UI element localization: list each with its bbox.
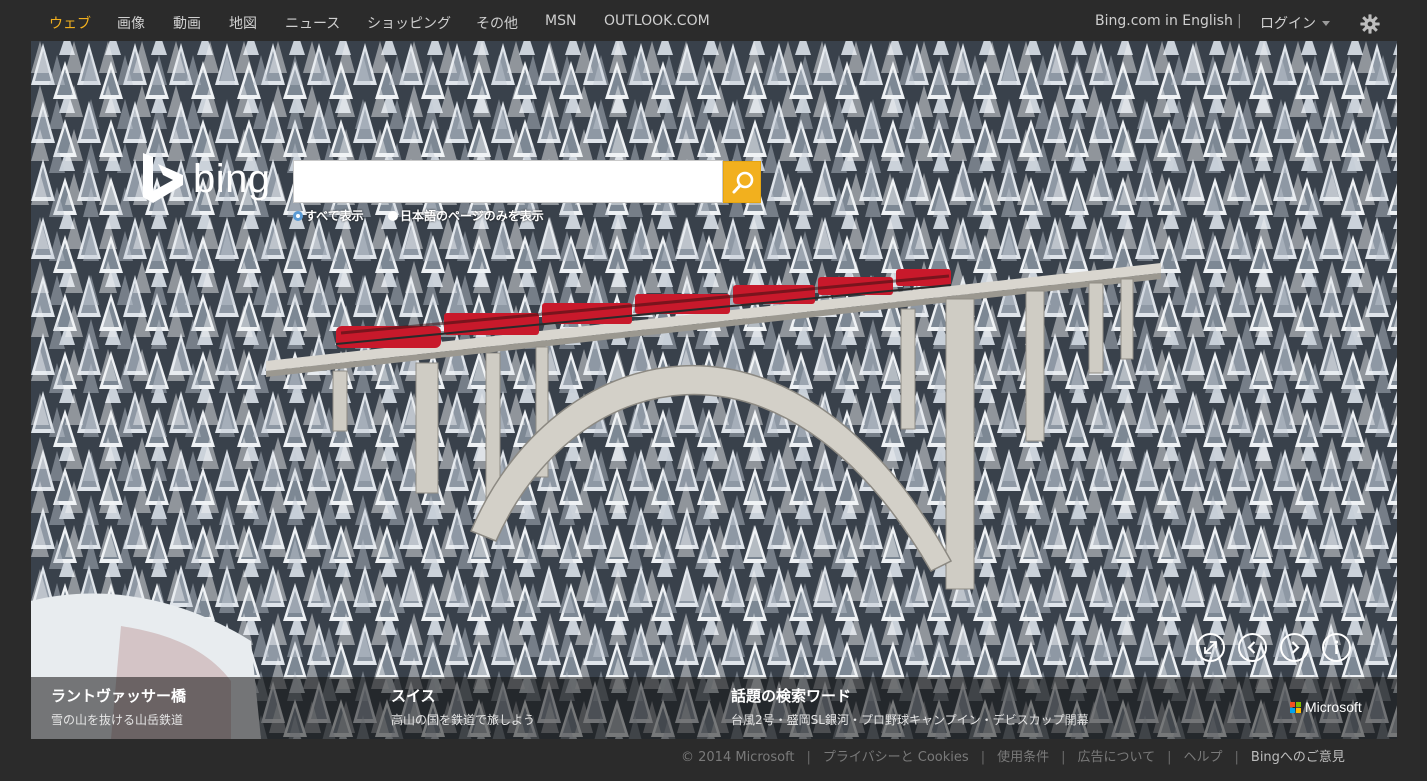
footer-separator: | — [1167, 750, 1172, 765]
card-subtitle: 雪の山を抜ける山岳鉄道 — [51, 713, 184, 727]
info-icon — [1334, 640, 1339, 654]
microsoft-squares-icon — [1290, 702, 1301, 713]
scope-all-label: すべて表示 — [305, 209, 364, 223]
previous-image-button[interactable] — [1238, 633, 1267, 662]
search-icon — [732, 171, 754, 194]
info-button[interactable] — [1322, 633, 1351, 662]
nav-item-videos[interactable]: 動画 — [173, 13, 201, 33]
background-photo — [31, 41, 1397, 739]
fullscreen-button[interactable] — [1196, 633, 1225, 662]
card-subtitle: 高山の国を鉄道で旅しよう — [391, 713, 536, 727]
footer-link-help[interactable]: ヘルプ — [1184, 750, 1223, 765]
info-strip: ラントヴァッサー橋 雪の山を抜ける山岳鉄道 スイス 高山の国を鉄道で旅しよう 話… — [31, 677, 1397, 739]
nav-item-msn[interactable]: MSN — [545, 13, 576, 29]
card-title: 話題の検索ワード — [731, 687, 852, 705]
scope-japanese-option[interactable]: 日本語のページのみを表示 — [388, 207, 544, 224]
card-title: スイス — [391, 687, 436, 705]
next-image-button[interactable] — [1280, 633, 1309, 662]
footer-link-feedback[interactable]: Bingへのご意見 — [1251, 750, 1345, 765]
search-box — [293, 160, 724, 203]
bing-logo[interactable]: bing — [141, 153, 281, 207]
gear-icon[interactable] — [1359, 13, 1381, 35]
chevron-right-icon — [1291, 641, 1300, 654]
microsoft-logo[interactable]: Microsoft — [1290, 699, 1362, 715]
footer-separator: | — [806, 750, 811, 765]
nav-item-images[interactable]: 画像 — [117, 13, 145, 33]
card-switzerland[interactable]: スイス 高山の国を鉄道で旅しよう — [391, 685, 535, 728]
footer-link-terms[interactable]: 使用条件 — [997, 750, 1049, 765]
hero-background: bing すべて表示 日本語のページのみを表示 ラントヴァッサー橋 雪の山を抜け… — [31, 41, 1397, 739]
scope-all-option[interactable]: すべて表示 — [293, 207, 364, 224]
nav-separator: | — [1237, 13, 1242, 29]
nav-item-shopping[interactable]: ショッピング — [367, 13, 451, 33]
nav-item-outlook[interactable]: OUTLOOK.COM — [604, 13, 710, 29]
login-label: ログイン — [1260, 16, 1316, 32]
radio-unselected-icon — [388, 211, 398, 221]
search-input[interactable] — [300, 161, 724, 203]
card-trending-searches[interactable]: 話題の検索ワード 台風2号・盛岡SL銀河・プロ野球キャンプイン・デビスカップ開幕 — [731, 685, 1089, 728]
microsoft-label: Microsoft — [1305, 699, 1362, 715]
nav-item-more[interactable]: その他 — [476, 13, 518, 33]
card-subtitle: 台風2号・盛岡SL銀河・プロ野球キャンプイン・デビスカップ開幕 — [731, 713, 1089, 727]
footer-link-privacy[interactable]: プライバシーと Cookies — [823, 750, 969, 765]
nav-item-web[interactable]: ウェブ — [49, 13, 91, 33]
footer: © 2014 Microsoft | プライバシーと Cookies | 使用条件 | 広告… — [681, 746, 1345, 765]
footer-separator: | — [980, 750, 986, 765]
logo-text: bing — [193, 157, 271, 201]
footer-link-advertise[interactable]: 広告について — [1077, 750, 1155, 765]
expand-icon — [1204, 641, 1217, 654]
chevron-left-icon — [1247, 641, 1256, 654]
bing-b-icon — [143, 153, 183, 203]
chevron-down-icon — [1322, 21, 1330, 26]
english-link[interactable]: Bing.com in English — [1095, 13, 1233, 29]
radio-selected-icon — [293, 211, 303, 221]
top-navigation: ウェブ 画像 動画 地図 ニュース ショッピング その他 MSN OUTLOOK… — [0, 0, 1427, 41]
nav-item-maps[interactable]: 地図 — [229, 13, 257, 33]
card-landwasser[interactable]: ラントヴァッサー橋 雪の山を抜ける山岳鉄道 — [51, 685, 186, 728]
footer-copyright: © 2014 Microsoft — [681, 750, 795, 765]
footer-separator: | — [1234, 750, 1239, 765]
login-menu[interactable]: ログイン — [1260, 13, 1330, 33]
card-title: ラントヴァッサー橋 — [51, 687, 187, 705]
footer-separator: | — [1061, 750, 1066, 765]
nav-item-news[interactable]: ニュース — [285, 13, 340, 33]
scope-japanese-label: 日本語のページのみを表示 — [400, 209, 544, 223]
search-button[interactable] — [723, 161, 761, 203]
